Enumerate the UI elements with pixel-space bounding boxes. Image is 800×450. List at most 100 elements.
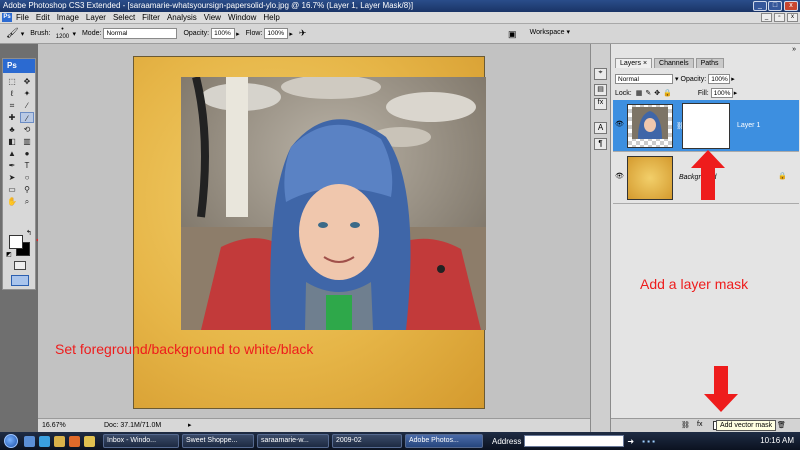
delete-layer-icon[interactable]: 🗑	[777, 421, 786, 429]
eraser-tool-icon[interactable]: ◧	[5, 136, 19, 147]
fill-input[interactable]: 100%	[710, 88, 733, 98]
task-saraamarie[interactable]: saraamarie-w...	[257, 434, 329, 448]
quick-mask-icon[interactable]	[14, 261, 26, 270]
zoom-level[interactable]: 16.67%	[42, 419, 66, 432]
brush-tool-active-icon[interactable]: ∕	[20, 112, 34, 123]
address-go-icon[interactable]: ➜	[627, 437, 634, 446]
preset-dropdown-icon[interactable]: ▾	[21, 30, 25, 38]
notes-tool-icon[interactable]: ▭	[5, 184, 19, 195]
default-colors-icon[interactable]: ◩	[6, 251, 12, 258]
screen-mode-icon[interactable]	[11, 275, 29, 286]
doc-size-info[interactable]: Doc: 37.1M/71.0M	[104, 419, 161, 432]
slice-tool-icon[interactable]: ∕	[20, 100, 34, 111]
airbrush-icon[interactable]: ✈	[299, 28, 307, 39]
character-panel-icon[interactable]: A	[594, 122, 607, 134]
quicklaunch-media-icon[interactable]	[69, 435, 80, 447]
actions-panel-icon[interactable]: fx	[594, 98, 607, 110]
menu-edit[interactable]: Edit	[36, 13, 50, 22]
workspace-button[interactable]: Workspace ▾	[530, 28, 570, 36]
lock-pixels-icon[interactable]: ✎	[645, 89, 651, 97]
canvas-area[interactable]	[38, 44, 590, 418]
mode-select[interactable]: Normal	[103, 28, 178, 39]
shape-tool-icon[interactable]: ○	[20, 172, 34, 183]
flow-input[interactable]: 100%	[264, 28, 289, 39]
doc-minimize-button[interactable]: _	[761, 13, 772, 22]
lock-position-icon[interactable]: ✥	[654, 89, 660, 97]
task-inbox[interactable]: Inbox - Windo...	[103, 434, 179, 448]
swap-colors-icon[interactable]: ↰	[26, 229, 32, 237]
tray-icons[interactable]: ▪ ▪ ▪	[642, 437, 655, 446]
move-tool-icon[interactable]: ✥	[20, 76, 34, 87]
task-sweet-shoppe[interactable]: Sweet Shoppe...	[182, 434, 254, 448]
menu-select[interactable]: Select	[113, 13, 135, 22]
dodge-tool-icon[interactable]: ●	[20, 148, 34, 159]
maximize-button[interactable]: □	[768, 1, 782, 11]
address-input[interactable]	[524, 435, 625, 447]
start-button[interactable]	[0, 432, 22, 450]
layer-style-icon[interactable]: fx	[697, 421, 702, 428]
panel-collapse-icon[interactable]: »	[792, 46, 796, 53]
menu-filter[interactable]: Filter	[142, 13, 160, 22]
marquee-tool-icon[interactable]: ⬚	[5, 76, 19, 87]
minimize-button[interactable]: _	[753, 1, 767, 11]
doc-close-button[interactable]: x	[787, 13, 798, 22]
gradient-tool-icon[interactable]: ▥	[20, 136, 34, 147]
navigator-panel-icon[interactable]: ⌖	[594, 68, 607, 80]
fill-slider-icon[interactable]: ▸	[734, 89, 738, 97]
clone-stamp-tool-icon[interactable]: ♣	[5, 124, 19, 135]
close-button[interactable]: x	[784, 1, 798, 11]
quicklaunch-desktop-icon[interactable]	[24, 435, 35, 447]
path-selection-tool-icon[interactable]: ➤	[5, 172, 19, 183]
quicklaunch-browser-icon[interactable]	[39, 435, 50, 447]
crop-tool-icon[interactable]: ⌗	[5, 100, 19, 111]
taskbar-clock[interactable]: 10:16 AM	[760, 436, 794, 445]
pen-tool-icon[interactable]: ✒	[5, 160, 19, 171]
opacity-slider-icon[interactable]: ▸	[236, 30, 240, 38]
brush-dropdown-icon[interactable]: ▾	[72, 30, 76, 38]
magic-wand-tool-icon[interactable]: ✦	[20, 88, 34, 99]
menu-analysis[interactable]: Analysis	[167, 13, 197, 22]
visibility-eye-icon[interactable]: 👁	[615, 120, 625, 128]
history-brush-tool-icon[interactable]: ⟲	[20, 124, 34, 135]
doc-restore-button[interactable]: ▫	[774, 13, 785, 22]
palette-well-icon[interactable]: ▣	[508, 29, 517, 40]
task-2009-02[interactable]: 2009-02	[332, 434, 402, 448]
layer-row-layer-1[interactable]: 👁 ⛓ Layer 1	[613, 100, 799, 152]
layer-mask-thumbnail[interactable]	[682, 103, 730, 149]
menu-window[interactable]: Window	[228, 13, 256, 22]
quicklaunch-folder-icon[interactable]	[84, 435, 95, 447]
healing-brush-tool-icon[interactable]: ✚	[5, 112, 19, 123]
blur-tool-icon[interactable]: ▲	[5, 148, 19, 159]
flow-slider-icon[interactable]: ▸	[289, 30, 293, 38]
menu-view[interactable]: View	[204, 13, 221, 22]
lock-all-icon[interactable]: 🔒	[663, 89, 672, 97]
blend-mode-dropdown-icon[interactable]: ▾	[675, 75, 679, 83]
layer-1-thumbnail[interactable]	[627, 104, 673, 148]
layer-1-name[interactable]: Layer 1	[737, 122, 760, 129]
menu-file[interactable]: File	[16, 13, 29, 22]
layer-opacity-slider-icon[interactable]: ▸	[731, 75, 735, 83]
paragraph-panel-icon[interactable]: ¶	[594, 138, 607, 150]
app-icon[interactable]: Ps	[2, 13, 12, 22]
background-thumbnail[interactable]	[627, 156, 673, 200]
brush-picker[interactable]: • 1200	[52, 26, 72, 41]
blend-mode-select[interactable]: Normal	[615, 74, 673, 84]
lock-transparency-icon[interactable]: ▦	[636, 89, 643, 97]
task-adobe-photoshop[interactable]: Adobe Photos...	[405, 434, 483, 448]
type-tool-icon[interactable]: T	[20, 160, 34, 171]
menu-image[interactable]: Image	[57, 13, 79, 22]
tab-paths[interactable]: Paths	[695, 58, 724, 68]
tab-channels[interactable]: Channels	[654, 58, 694, 68]
background-visibility-eye-icon[interactable]: 👁	[615, 172, 625, 180]
brush-tool-icon[interactable]: 🖌	[6, 28, 19, 39]
lasso-tool-icon[interactable]: ℓ	[5, 88, 19, 99]
zoom-tool-icon[interactable]: ⌕	[20, 196, 34, 207]
hand-tool-icon[interactable]: ✋	[5, 196, 19, 207]
foreground-color-swatch[interactable]	[9, 235, 23, 249]
quicklaunch-mail-icon[interactable]	[54, 435, 65, 447]
status-menu-arrow-icon[interactable]: ▸	[188, 419, 192, 432]
tab-layers[interactable]: Layers ×	[615, 58, 653, 68]
history-panel-icon[interactable]: ▤	[594, 84, 607, 96]
layer-opacity-input[interactable]: 100%	[708, 74, 731, 84]
menu-layer[interactable]: Layer	[86, 13, 106, 22]
